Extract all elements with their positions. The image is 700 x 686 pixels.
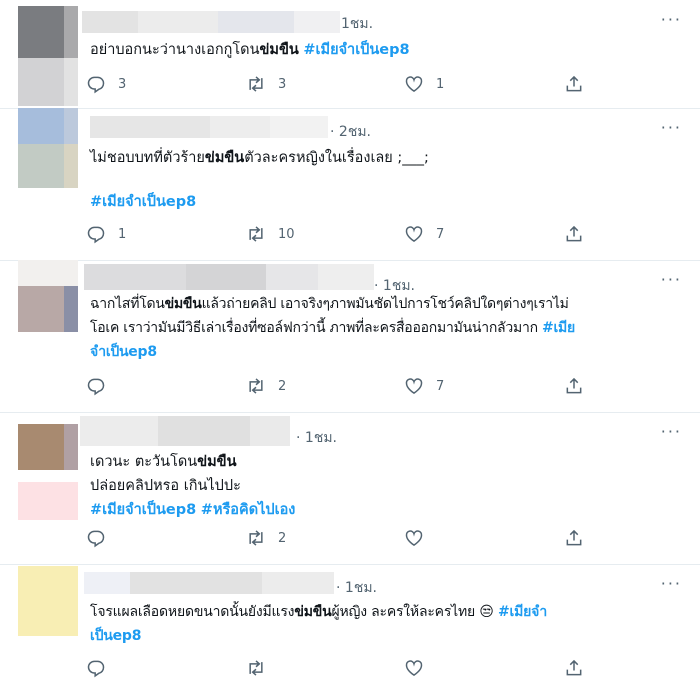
- unamused-emoji: 😒: [479, 604, 494, 620]
- reply-icon: [86, 74, 106, 94]
- tweet-text: โจรแผลเลือดหยดขนาดนั้นยังมีแรงข่มขืนผู้ห…: [90, 604, 547, 644]
- share-icon: [564, 74, 584, 94]
- share-icon: [564, 658, 584, 678]
- reply-button[interactable]: 1: [86, 224, 126, 244]
- reply-count: 1: [118, 226, 127, 242]
- reply-button[interactable]: 3: [86, 74, 126, 94]
- bold-keyword: ข่มขืน: [204, 150, 245, 166]
- hashtag-link[interactable]: #หรือคิดไปเอง: [201, 502, 296, 518]
- reply-button[interactable]: [86, 376, 118, 396]
- avatar[interactable]: [18, 108, 78, 194]
- retweet-count: 10: [278, 226, 295, 242]
- like-button[interactable]: 1: [404, 74, 444, 94]
- retweet-icon: [246, 224, 266, 244]
- more-icon[interactable]: ···: [661, 422, 682, 441]
- hashtag-link[interactable]: จำเป็นep8: [90, 344, 157, 360]
- tweet[interactable]: · 2ชม. ··· ไม่ชอบบทที่ตัวร้ายข่มขืนตัวละ…: [0, 108, 700, 261]
- like-count: 1: [436, 76, 445, 92]
- more-icon[interactable]: ···: [661, 270, 682, 289]
- avatar[interactable]: [18, 424, 78, 520]
- like-count: 7: [436, 226, 445, 242]
- timestamp[interactable]: · 1ชม.: [336, 577, 377, 599]
- like-icon: [404, 528, 424, 548]
- hashtag-link[interactable]: เป็นep8: [90, 628, 142, 644]
- like-icon: [404, 658, 424, 678]
- bold-keyword: ข่มขืน: [164, 296, 202, 312]
- like-icon: [404, 74, 424, 94]
- retweet-button[interactable]: [246, 658, 278, 678]
- like-count: 7: [436, 378, 445, 394]
- tweet-text: เดวนะ ตะวันโดนข่มขืน ปล่อยคลิปหรอ เกินไป…: [90, 454, 296, 518]
- share-button[interactable]: [564, 224, 596, 244]
- author-name-blurred[interactable]: [84, 572, 334, 594]
- share-icon: [564, 376, 584, 396]
- share-icon: [564, 224, 584, 244]
- retweet-count: 2: [278, 530, 287, 546]
- reply-count: 3: [118, 76, 127, 92]
- tweet[interactable]: · 1ชม. ··· ฉากไสที่โดนข่มขืนแล้วถ่ายคลิป…: [0, 260, 700, 413]
- like-icon: [404, 376, 424, 396]
- like-button[interactable]: [404, 658, 436, 678]
- more-icon[interactable]: ···: [661, 574, 682, 593]
- timestamp[interactable]: · 1ชม.: [296, 427, 337, 449]
- author-name-blurred[interactable]: [84, 264, 374, 290]
- timestamp[interactable]: 1ชม.: [341, 13, 373, 35]
- bold-keyword: ข่มขืน: [197, 454, 237, 470]
- retweet-count: 3: [278, 76, 287, 92]
- retweet-button[interactable]: 3: [246, 74, 286, 94]
- action-bar: 2 7: [86, 376, 606, 400]
- retweet-button[interactable]: 2: [246, 376, 286, 396]
- share-icon: [564, 528, 584, 548]
- bold-keyword: ข่มขืน: [294, 604, 332, 620]
- like-button[interactable]: [404, 528, 436, 548]
- retweet-icon: [246, 376, 266, 396]
- more-icon[interactable]: ···: [661, 10, 682, 29]
- retweet-icon: [246, 528, 266, 548]
- retweet-button[interactable]: 2: [246, 528, 286, 548]
- action-bar: 2: [86, 528, 606, 552]
- hashtag-link[interactable]: #เมียจำเป็นep8: [90, 502, 196, 518]
- avatar[interactable]: [18, 566, 78, 640]
- action-bar: 1 10 7: [86, 224, 606, 248]
- hashtag-link[interactable]: #เมียจำเป็นep8: [90, 194, 196, 210]
- tweet-text: อย่าบอกนะว่านางเอกกูโดนข่มขืน #เมียจำเป็…: [90, 42, 410, 58]
- avatar[interactable]: [18, 6, 78, 106]
- share-button[interactable]: [564, 528, 596, 548]
- author-name-blurred[interactable]: [80, 416, 290, 446]
- reply-icon: [86, 224, 106, 244]
- reply-icon: [86, 376, 106, 396]
- reply-button[interactable]: [86, 528, 118, 548]
- tweet-text: ไม่ชอบบทที่ตัวร้ายข่มขืนตัวละครหญิงในเรื…: [90, 150, 429, 166]
- bold-keyword: ข่มขืน: [259, 42, 299, 58]
- retweet-count: 2: [278, 378, 287, 394]
- reply-button[interactable]: [86, 658, 118, 678]
- tweet-text: ฉากไสที่โดนข่มขืนแล้วถ่ายคลิป เอาจริงๆภา…: [90, 296, 575, 360]
- reply-icon: [86, 528, 106, 548]
- hashtag-link[interactable]: #เมีย: [542, 320, 575, 336]
- like-button[interactable]: 7: [404, 376, 444, 396]
- like-button[interactable]: 7: [404, 224, 444, 244]
- hashtag-link[interactable]: #เมียจำเป็นep8: [303, 42, 409, 58]
- reply-icon: [86, 658, 106, 678]
- avatar[interactable]: [18, 260, 78, 338]
- hashtag-link[interactable]: #เมียจำ: [498, 604, 547, 620]
- retweet-icon: [246, 74, 266, 94]
- retweet-button[interactable]: 10: [246, 224, 295, 244]
- author-name-blurred[interactable]: [90, 116, 328, 138]
- tweet[interactable]: · 1ชม. ··· โจรแผลเลือดหยดขนาดนั้นยังมีแร…: [0, 564, 700, 686]
- action-bar: 3 3 1: [86, 74, 606, 98]
- tweet[interactable]: 1ชม. ··· อย่าบอกนะว่านางเอกกูโดนข่มขืน #…: [0, 0, 700, 109]
- share-button[interactable]: [564, 376, 596, 396]
- timestamp[interactable]: · 2ชม.: [330, 121, 371, 143]
- retweet-icon: [246, 658, 266, 678]
- more-icon[interactable]: ···: [661, 118, 682, 137]
- share-button[interactable]: [564, 74, 596, 94]
- author-name-blurred[interactable]: [82, 11, 340, 33]
- share-button[interactable]: [564, 658, 596, 678]
- tweet-hashtags: #เมียจำเป็นep8: [90, 190, 680, 214]
- like-icon: [404, 224, 424, 244]
- action-bar: [86, 658, 606, 682]
- tweet[interactable]: · 1ชม. ··· เดวนะ ตะวันโดนข่มขืน ปล่อยคลิ…: [0, 412, 700, 565]
